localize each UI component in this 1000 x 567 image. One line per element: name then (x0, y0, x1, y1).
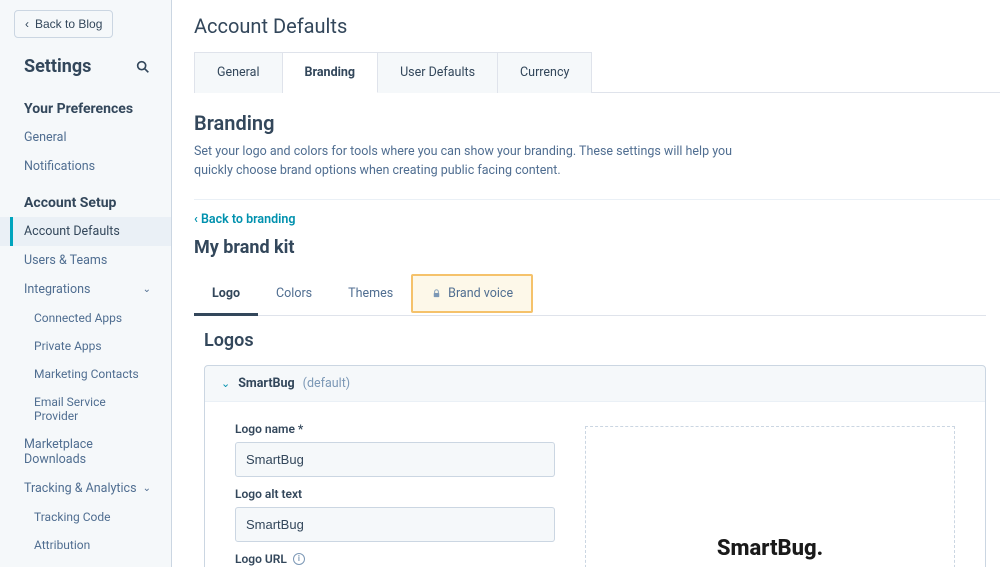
sidebar-item-attribution[interactable]: Attribution (0, 531, 171, 559)
panel-suffix: (default) (303, 376, 350, 391)
branding-heading: Branding (194, 111, 1000, 135)
tab-branding[interactable]: Branding (283, 52, 379, 93)
search-icon[interactable] (135, 59, 151, 75)
inner-tab-logo[interactable]: Logo (194, 272, 258, 315)
panel-header[interactable]: ⌄ SmartBug (default) (205, 366, 985, 401)
sidebar-item-tracking-code[interactable]: Tracking Code (0, 503, 171, 531)
chevron-left-icon: ‹ (25, 17, 29, 31)
sidebar-item-account-defaults[interactable]: Account Defaults (0, 217, 171, 246)
sidebar-item-private-apps[interactable]: Private Apps (0, 332, 171, 360)
chevron-left-icon: ‹ (194, 212, 201, 227)
back-button-label: Back to Blog (35, 17, 102, 31)
nav-group-preferences: Your Preferences (0, 87, 171, 123)
inner-tab-row: Logo Colors Themes Brand voice (194, 272, 986, 316)
info-icon[interactable]: i (293, 553, 305, 565)
sidebar-item-marketplace-downloads[interactable]: Marketplace Downloads (0, 430, 171, 474)
sidebar-item-connected-apps[interactable]: Connected Apps (0, 304, 171, 332)
sidebar-item-notifications[interactable]: Notifications (0, 152, 171, 181)
logo-preview-text: SmartBug. (717, 536, 823, 561)
my-brand-kit-heading: My brand kit (194, 237, 1000, 258)
sidebar: ‹ Back to Blog Settings Your Preferences… (0, 0, 172, 567)
back-to-blog-button[interactable]: ‹ Back to Blog (14, 10, 113, 38)
tab-currency[interactable]: Currency (498, 52, 592, 93)
chevron-down-icon: ⌄ (221, 377, 230, 390)
settings-title: Settings (24, 56, 91, 77)
logo-preview: SmartBug. (585, 426, 955, 567)
form-column: Logo name * Logo alt text Logo URL i Wid… (235, 412, 555, 567)
chevron-down-icon: ⌄ (143, 284, 151, 295)
top-tab-row: General Branding User Defaults Currency (194, 52, 1000, 93)
sidebar-item-integrations[interactable]: Integrations⌄ (0, 275, 171, 304)
sidebar-item-users-teams[interactable]: Users & Teams (0, 246, 171, 275)
chevron-down-icon: ⌄ (143, 483, 151, 494)
sidebar-item-general[interactable]: General (0, 123, 171, 152)
logo-name-label: Logo name * (235, 422, 555, 436)
tab-user-defaults[interactable]: User Defaults (378, 52, 498, 93)
logo-url-label: Logo URL i (235, 552, 555, 566)
panel-body: Logo name * Logo alt text Logo URL i Wid… (205, 401, 985, 567)
divider (194, 199, 1000, 200)
sidebar-item-tracking-analytics[interactable]: Tracking & Analytics⌄ (0, 474, 171, 503)
branding-description: Set your logo and colors for tools where… (194, 143, 774, 181)
sidebar-item-marketing-contacts[interactable]: Marketing Contacts (0, 360, 171, 388)
nav-group-account-setup: Account Setup (0, 181, 171, 217)
main-content: Account Defaults General Branding User D… (172, 0, 1000, 567)
back-to-branding-link[interactable]: ‹ Back to branding (194, 212, 1000, 227)
alt-text-input[interactable] (235, 507, 555, 542)
inner-tab-colors[interactable]: Colors (258, 272, 330, 315)
page-title: Account Defaults (194, 14, 1000, 38)
logo-name-input[interactable] (235, 442, 555, 477)
inner-tab-themes[interactable]: Themes (330, 272, 411, 315)
logo-panel: ⌄ SmartBug (default) Logo name * Logo al… (204, 365, 986, 567)
inner-tab-brand-voice[interactable]: Brand voice (411, 274, 533, 313)
tab-general[interactable]: General (194, 52, 283, 93)
alt-text-label: Logo alt text (235, 487, 555, 501)
panel-name: SmartBug (238, 376, 294, 391)
logos-heading: Logos (204, 330, 1000, 351)
sidebar-item-email-service-provider[interactable]: Email Service Provider (0, 388, 171, 430)
sidebar-item-tracking-urls[interactable]: Tracking URLs (0, 559, 171, 567)
lock-icon (431, 288, 442, 299)
